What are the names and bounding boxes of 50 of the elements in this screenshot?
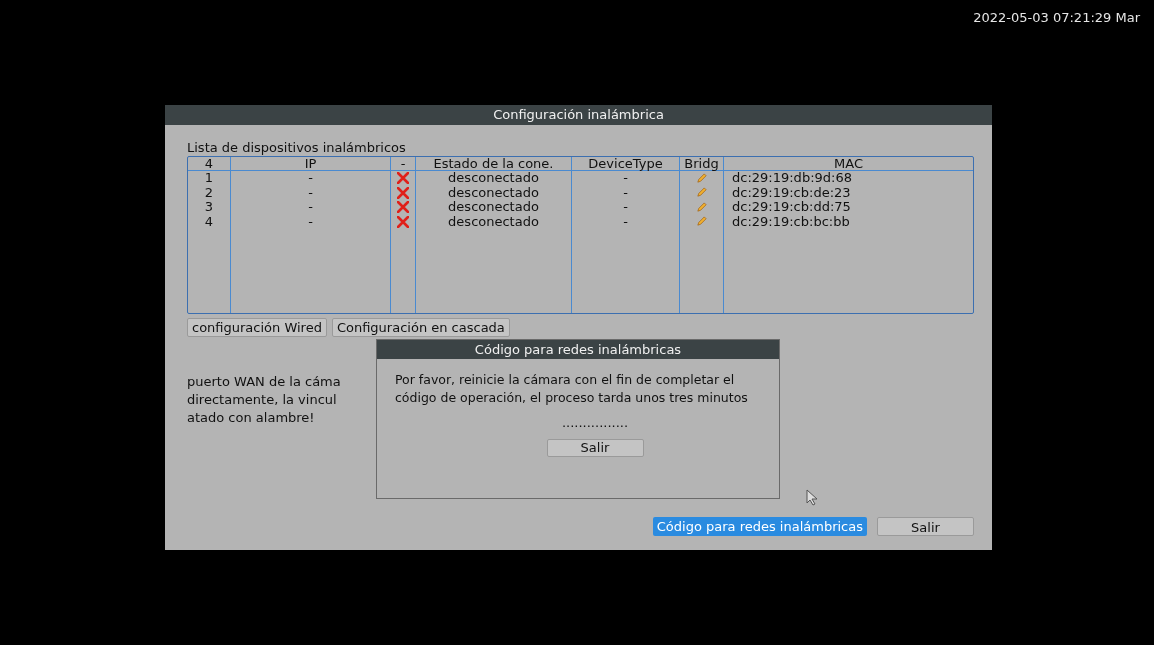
table-cell: desconectado xyxy=(448,171,539,186)
list-label: Lista de dispositivos inalámbricos xyxy=(187,139,407,156)
window-title: Configuración inalámbrica xyxy=(165,105,992,125)
table-cell: dc:29:19:cb:bc:bb xyxy=(732,214,850,229)
column-header: 4 xyxy=(204,157,214,170)
progress-dots: ................ xyxy=(561,415,629,431)
column-header: MAC xyxy=(834,157,863,170)
table-cell: 2 xyxy=(204,185,214,200)
table-cell: desconectado xyxy=(448,185,539,200)
table-cell: - xyxy=(308,185,313,200)
pencil-icon[interactable] xyxy=(696,201,707,213)
dialog-title: Código para redes inalámbricas xyxy=(377,340,779,359)
column-header: IP xyxy=(304,157,317,170)
tab-button[interactable]: Configuración en cascada xyxy=(331,318,510,337)
pencil-icon[interactable] xyxy=(696,216,707,228)
table-cell: dc:29:19:cb:de:23 xyxy=(732,185,851,200)
x-icon xyxy=(397,201,409,214)
table-cell: 3 xyxy=(204,200,214,215)
tab-button[interactable]: configuración Wired xyxy=(187,318,327,337)
cursor-icon xyxy=(806,489,818,506)
column-header: Estado de la cone. xyxy=(433,157,554,170)
table-cell: - xyxy=(308,214,313,229)
table-cell: - xyxy=(623,200,628,215)
wireless-code-button[interactable]: Código para redes inalámbricas xyxy=(652,517,867,536)
table-cell: dc:29:19:db:9d:68 xyxy=(732,171,852,186)
table-cell: - xyxy=(308,171,313,186)
table-cell: - xyxy=(308,200,313,215)
exit-button[interactable]: Salir xyxy=(546,439,644,457)
dialog-message: Por favor, reinicie la cámara con el fin de completar el código de operación, el proceso tarda unos tres minutos xyxy=(395,371,749,407)
table-cell: desconectado xyxy=(448,214,539,229)
table-cell: - xyxy=(623,185,628,200)
table-cell: 1 xyxy=(204,171,214,186)
clock-text: 2022-05-03 07:21:29 Mar xyxy=(973,9,1140,26)
table-cell: - xyxy=(623,214,628,229)
table-cell: dc:29:19:cb:dd:75 xyxy=(732,200,851,215)
pencil-icon[interactable] xyxy=(696,172,707,184)
column-header: - xyxy=(400,157,406,170)
table-cell: desconectado xyxy=(448,200,539,215)
x-icon xyxy=(397,172,409,185)
x-icon xyxy=(397,215,409,228)
table-cell: - xyxy=(623,171,628,186)
note-text: directamente, la vincul xyxy=(187,391,337,409)
table-cell: 4 xyxy=(204,214,214,229)
note-text: atado con alambre! xyxy=(187,409,315,427)
column-header: DeviceType xyxy=(588,157,663,170)
note-text: puerto WAN de la cáma xyxy=(187,373,341,391)
x-icon xyxy=(397,186,409,199)
exit-button[interactable]: Salir xyxy=(877,517,974,536)
column-header: Bridg xyxy=(684,157,719,170)
pencil-icon[interactable] xyxy=(696,187,707,199)
